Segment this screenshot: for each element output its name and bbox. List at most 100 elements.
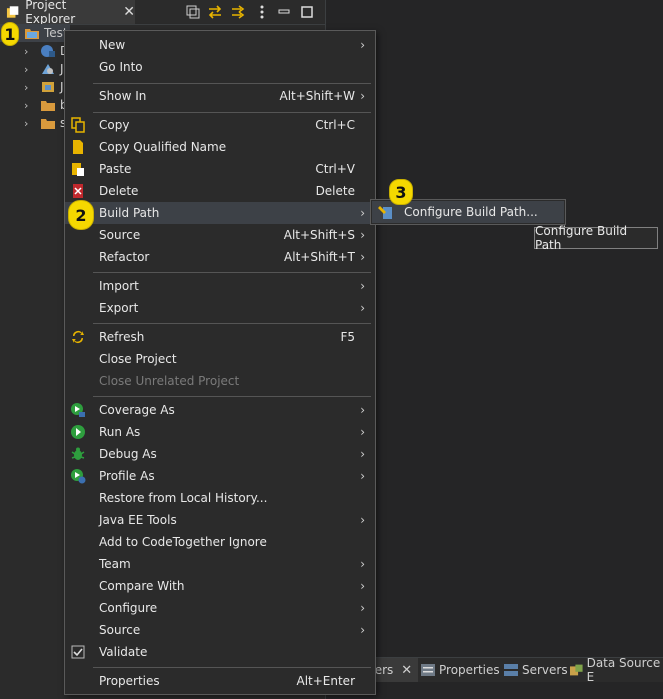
menu-item-debug-as[interactable]: Debug As › <box>65 443 375 465</box>
chevron-right-icon: › <box>360 579 365 593</box>
menu-item-coverage-as[interactable]: Coverage As › <box>65 399 375 421</box>
coverage-icon <box>70 402 86 418</box>
menu-item-team[interactable]: Team › <box>65 553 375 575</box>
menu-item-build-path[interactable]: Build Path › <box>65 202 375 224</box>
menu-item-source-2[interactable]: Source › <box>65 619 375 641</box>
tab-properties[interactable]: Properties <box>421 658 500 682</box>
maximize-icon[interactable] <box>299 4 315 20</box>
menu-item-copy[interactable]: Copy Ctrl+C <box>65 114 375 136</box>
menu-item-label: Restore from Local History... <box>99 491 268 505</box>
menu-item-label: New <box>99 38 126 52</box>
menu-item-label: Build Path <box>99 206 160 220</box>
menu-item-show-in[interactable]: Show In Alt+Shift+W › <box>65 85 375 107</box>
explorer-tabbar: Project Explorer ✕ <box>0 0 325 26</box>
chevron-right-icon: › <box>360 206 365 220</box>
context-menu: New › Go Into Show In Alt+Shift+W › Copy… <box>64 30 376 695</box>
chevron-right-icon[interactable]: › <box>24 81 36 94</box>
chevron-right-icon[interactable]: › <box>24 45 36 58</box>
menu-item-java-ee-tools[interactable]: Java EE Tools › <box>65 509 375 531</box>
tab-project-explorer[interactable]: Project Explorer ✕ <box>0 0 135 26</box>
tree-item[interactable]: › s <box>0 114 66 132</box>
menu-item-label: Show In <box>99 89 147 103</box>
menu-item-accelerator: F5 <box>340 330 355 344</box>
menu-item-source[interactable]: Source Alt+Shift+S › <box>65 224 375 246</box>
menu-item-restore-from-local-history[interactable]: Restore from Local History... <box>65 487 375 509</box>
menu-item-label: Configure Build Path... <box>404 205 538 219</box>
chevron-right-icon: › <box>360 228 365 242</box>
chevron-right-icon: › <box>360 425 365 439</box>
menu-item-accelerator: Ctrl+C <box>315 118 355 132</box>
close-icon[interactable]: ✕ <box>123 4 135 20</box>
paste-icon <box>70 161 86 177</box>
chevron-right-icon[interactable]: › <box>24 99 36 112</box>
menu-item-export[interactable]: Export › <box>65 297 375 319</box>
menu-item-label: Configure <box>99 601 158 615</box>
tree-item[interactable]: › J <box>0 78 64 96</box>
chevron-right-icon[interactable]: › <box>24 117 36 130</box>
menu-item-accelerator: Alt+Shift+W <box>279 89 356 103</box>
chevron-right-icon: › <box>360 38 365 52</box>
menu-item-close-unrelated-project: Close Unrelated Project <box>65 370 375 392</box>
menu-item-validate[interactable]: Validate <box>65 641 375 663</box>
filter-icon[interactable] <box>230 4 246 20</box>
menu-item-refresh[interactable]: Refresh F5 <box>65 326 375 348</box>
project-folder-icon <box>25 29 39 39</box>
deployment-descriptor-icon <box>41 45 55 57</box>
link-with-editor-icon[interactable] <box>207 4 223 20</box>
minimize-icon[interactable] <box>276 4 292 20</box>
menu-item-copy-qualified-name[interactable]: Copy Qualified Name <box>65 136 375 158</box>
tab-label: Properties <box>439 663 500 677</box>
chevron-right-icon: › <box>360 623 365 637</box>
menu-item-label: Run As <box>99 425 141 439</box>
chevron-right-icon: › <box>360 447 365 461</box>
menu-item-label: Compare With <box>99 579 185 593</box>
menu-item-label: Add to CodeTogether Ignore <box>99 535 267 549</box>
menu-item-label: Go Into <box>99 60 143 74</box>
tooltip: Configure Build Path <box>534 224 658 252</box>
debug-bug-icon <box>70 446 86 462</box>
menu-item-label: Coverage As <box>99 403 175 417</box>
chevron-right-icon: › <box>360 89 365 103</box>
menu-item-import[interactable]: Import › <box>65 275 375 297</box>
menu-item-label: Validate <box>99 645 148 659</box>
menu-item-label: Properties <box>99 674 160 688</box>
menu-item-new[interactable]: New › <box>65 34 375 56</box>
menu-item-configure[interactable]: Configure › <box>65 597 375 619</box>
menu-item-label: Source <box>99 623 141 637</box>
delete-icon <box>70 183 86 199</box>
tab-servers[interactable]: Servers <box>504 658 568 682</box>
refresh-icon <box>70 329 86 345</box>
menu-item-go-into[interactable]: Go Into <box>65 56 375 78</box>
menu-item-refactor[interactable]: Refactor Alt+Shift+T › <box>65 246 375 268</box>
tab-markers[interactable]: ters ✕ <box>370 658 418 682</box>
chevron-right-icon[interactable]: › <box>24 63 36 76</box>
profile-icon <box>70 468 86 484</box>
data-source-icon <box>570 664 583 676</box>
menu-item-label: Delete <box>99 184 139 198</box>
menu-separator <box>93 112 371 113</box>
tab-title: Project Explorer <box>25 0 76 26</box>
menu-item-compare-with[interactable]: Compare With › <box>65 575 375 597</box>
menu-item-close-project[interactable]: Close Project <box>65 348 375 370</box>
tree-item[interactable]: › J <box>0 60 64 78</box>
close-icon[interactable]: ✕ <box>401 663 412 678</box>
tree-item[interactable]: › b <box>0 96 68 114</box>
menu-item-delete[interactable]: Delete Delete <box>65 180 375 202</box>
menu-item-properties[interactable]: Properties Alt+Enter <box>65 670 375 692</box>
view-menu-icon[interactable] <box>254 4 270 20</box>
java-resources-icon <box>42 82 54 92</box>
menu-item-run-as[interactable]: Run As › <box>65 421 375 443</box>
annotation-marker-2: 2 <box>68 200 94 230</box>
menu-item-add-to-codetogether-ignore[interactable]: Add to CodeTogether Ignore <box>65 531 375 553</box>
collapse-all-icon[interactable] <box>185 4 201 20</box>
chevron-right-icon: › <box>360 469 365 483</box>
menu-item-paste[interactable]: Paste Ctrl+V <box>65 158 375 180</box>
tab-label: Servers <box>522 663 568 677</box>
menu-separator <box>93 323 371 324</box>
tree-item-label: J <box>60 80 64 94</box>
chevron-right-icon: › <box>360 301 365 315</box>
tab-data-source-explorer[interactable]: Data Source E <box>570 656 663 684</box>
project-explorer-icon <box>6 6 19 18</box>
menu-item-profile-as[interactable]: Profile As › <box>65 465 375 487</box>
chevron-right-icon: › <box>360 557 365 571</box>
